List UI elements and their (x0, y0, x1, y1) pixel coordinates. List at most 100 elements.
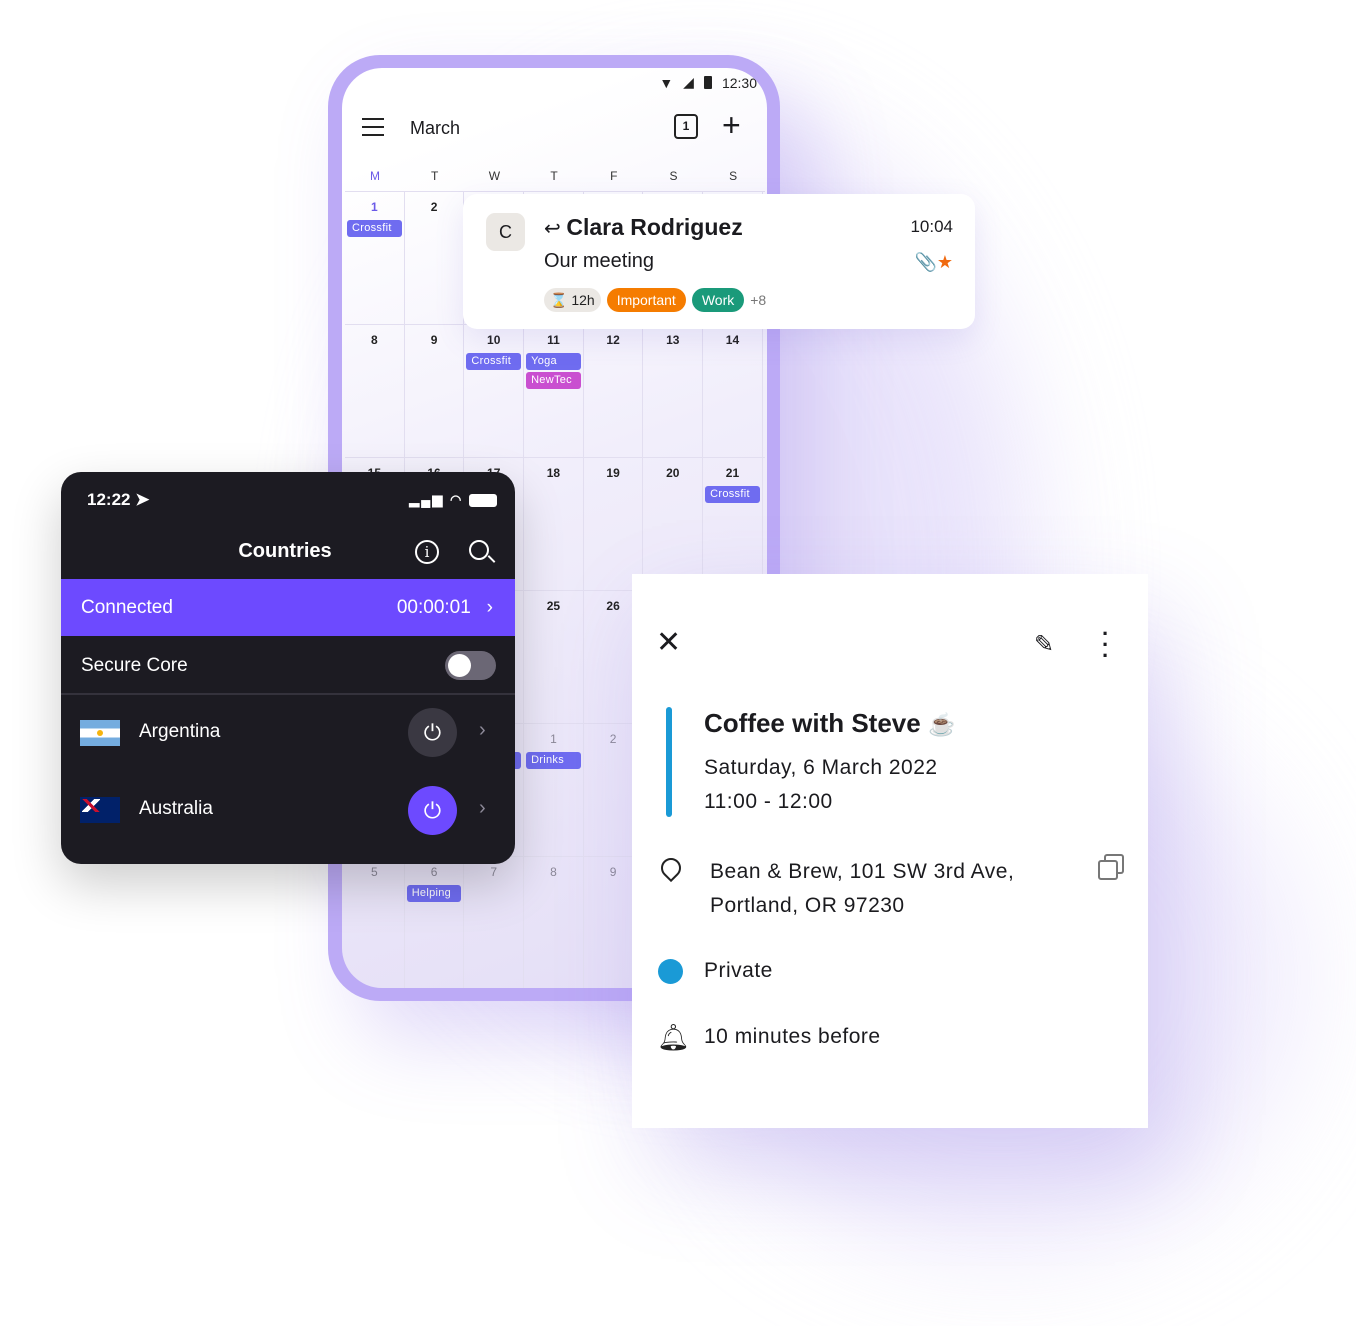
tag-important: Important (606, 288, 686, 312)
location-pin-icon (656, 853, 686, 883)
more-tags: +8 (750, 292, 767, 308)
day-cell[interactable]: 6 Helping (405, 857, 465, 988)
event-chip[interactable]: Crossfit (347, 220, 402, 237)
hourglass-icon: ⌛ (550, 292, 568, 308)
star-icon[interactable]: ★ (937, 252, 953, 272)
email-time: 10:04 (910, 217, 953, 236)
event-calendar: Private (704, 959, 773, 982)
paperclip-icon: 📎 (914, 252, 937, 272)
wifi-icon: ▼ (659, 74, 674, 91)
calendar-color-bar (666, 707, 672, 817)
coffee-icon: ☕ (927, 712, 956, 737)
event-chip[interactable]: NewTec (526, 372, 581, 389)
vpn-panel: 12:22 ➤ ▂▄▆ ◠ Countries i Connected 00:00… (61, 472, 515, 864)
secure-core-label: Secure Core (81, 655, 188, 676)
weekday-label: T (431, 169, 439, 183)
wifi-icon: ◠ (450, 492, 464, 507)
email-subject: Our meeting (544, 250, 655, 272)
event-time: 11:00 - 12:00 (704, 790, 833, 813)
event-chip[interactable]: Yoga (526, 353, 581, 370)
disconnect-button[interactable]: ⏻ (408, 786, 457, 835)
day-number: 14 (725, 333, 740, 347)
event-chip[interactable]: Drinks (526, 752, 581, 769)
day-cell[interactable]: 10 Crossfit (464, 325, 525, 457)
day-cell[interactable]: 7 (464, 857, 525, 988)
chevron-right-icon[interactable]: › (479, 719, 486, 742)
day-number: 8 (550, 865, 557, 879)
day-cell[interactable]: 13 (643, 325, 704, 457)
day-number: 2 (430, 200, 438, 214)
edit-icon[interactable]: ✎ (1034, 630, 1054, 659)
day-number: 18 (546, 466, 561, 480)
day-number: 11 (547, 333, 560, 347)
day-number: 25 (546, 599, 561, 613)
event-detail-panel: ✕ ✎ · · · Coffee with Steve ☕ Saturday, 6 … (632, 574, 1148, 1128)
event-date: Saturday, 6 March 2022 (704, 756, 938, 779)
day-cell[interactable]: 1 Drinks (524, 724, 584, 856)
info-icon[interactable]: i (415, 540, 439, 564)
month-title: March (410, 118, 461, 138)
power-icon: ⏻ (423, 797, 442, 823)
day-number: 1 (550, 732, 557, 746)
day-cell[interactable]: 19 (584, 458, 644, 590)
power-icon: ⏻ (423, 719, 442, 745)
copy-icon[interactable] (1098, 860, 1118, 880)
vpn-status-time: 12:22 (87, 490, 131, 509)
day-number: 10 (487, 333, 501, 347)
day-cell[interactable]: 2 (405, 192, 465, 324)
today-button[interactable]: 1 (674, 114, 698, 139)
day-number: 21 (725, 466, 740, 480)
weekday-label: S (729, 169, 738, 183)
status-time: 12:30 (721, 74, 757, 91)
battery-icon (703, 76, 712, 89)
event-chip[interactable]: Crossfit (466, 353, 522, 370)
day-cell[interactable]: 14 (703, 325, 763, 457)
tag-work: Work (691, 288, 745, 312)
connection-timer: 00:00:01 (396, 597, 471, 618)
location-arrow-icon: ➤ (135, 490, 150, 509)
expiry-tag: ⌛ 12h (544, 288, 601, 312)
day-number: 5 (371, 865, 378, 879)
day-cell[interactable]: 8 (345, 325, 405, 457)
day-cell[interactable]: 12 (584, 325, 644, 457)
day-cell[interactable]: 9 (405, 325, 465, 457)
day-cell[interactable]: 25 (524, 591, 584, 723)
day-number: 1 (371, 200, 378, 214)
country-row-australia[interactable]: Australia ⏻ › (61, 773, 515, 845)
calendar-color-dot (658, 959, 683, 984)
day-cell[interactable]: 8 (524, 857, 584, 988)
day-cell[interactable]: 11 Yoga NewTec (524, 325, 584, 457)
connect-button[interactable]: ⏻ (408, 708, 457, 757)
event-chip[interactable]: Crossfit (705, 486, 760, 503)
reply-icon: ↩ (544, 218, 567, 240)
australia-flag-icon (80, 797, 120, 823)
bell-icon: 🔔︎ (657, 1022, 691, 1052)
day-cell[interactable]: 5 (345, 857, 405, 988)
day-cell[interactable]: 1 Crossfit (345, 192, 405, 324)
add-event-button[interactable]: + (722, 109, 741, 141)
secure-core-toggle[interactable] (445, 651, 496, 680)
event-location-line1: Bean & Brew, 101 SW 3rd Ave, (710, 860, 1015, 883)
day-number: 8 (371, 333, 378, 347)
day-cell[interactable]: 21 Crossfit (703, 458, 763, 590)
close-icon[interactable]: ✕ (656, 628, 681, 658)
day-number: 13 (666, 333, 680, 347)
email-preview-card[interactable]: C ↩ Clara Rodriguez 10:04 Our meeting 📎★… (463, 194, 975, 329)
menu-icon[interactable] (362, 118, 384, 136)
weekday-label: S (669, 169, 678, 183)
event-chip[interactable]: Helping (406, 885, 462, 902)
more-options-icon[interactable]: · · · (1102, 623, 1109, 667)
vpn-title: Countries (238, 540, 332, 562)
chevron-right-icon[interactable]: › (479, 797, 486, 820)
event-reminder: 10 minutes before (704, 1025, 881, 1048)
weekday-label: F (610, 169, 618, 183)
country-row-argentina[interactable]: Argentina ⏻ › (61, 697, 515, 769)
day-cell[interactable]: 18 (524, 458, 584, 590)
signal-icon: ▂▄▆ (409, 492, 445, 507)
day-number: 20 (666, 466, 680, 480)
connected-banner[interactable]: Connected 00:00:01 › (61, 579, 515, 636)
day-cell[interactable]: 20 (643, 458, 704, 590)
search-icon[interactable] (469, 540, 489, 560)
country-name: Australia (139, 798, 213, 819)
day-number: 19 (606, 466, 620, 480)
